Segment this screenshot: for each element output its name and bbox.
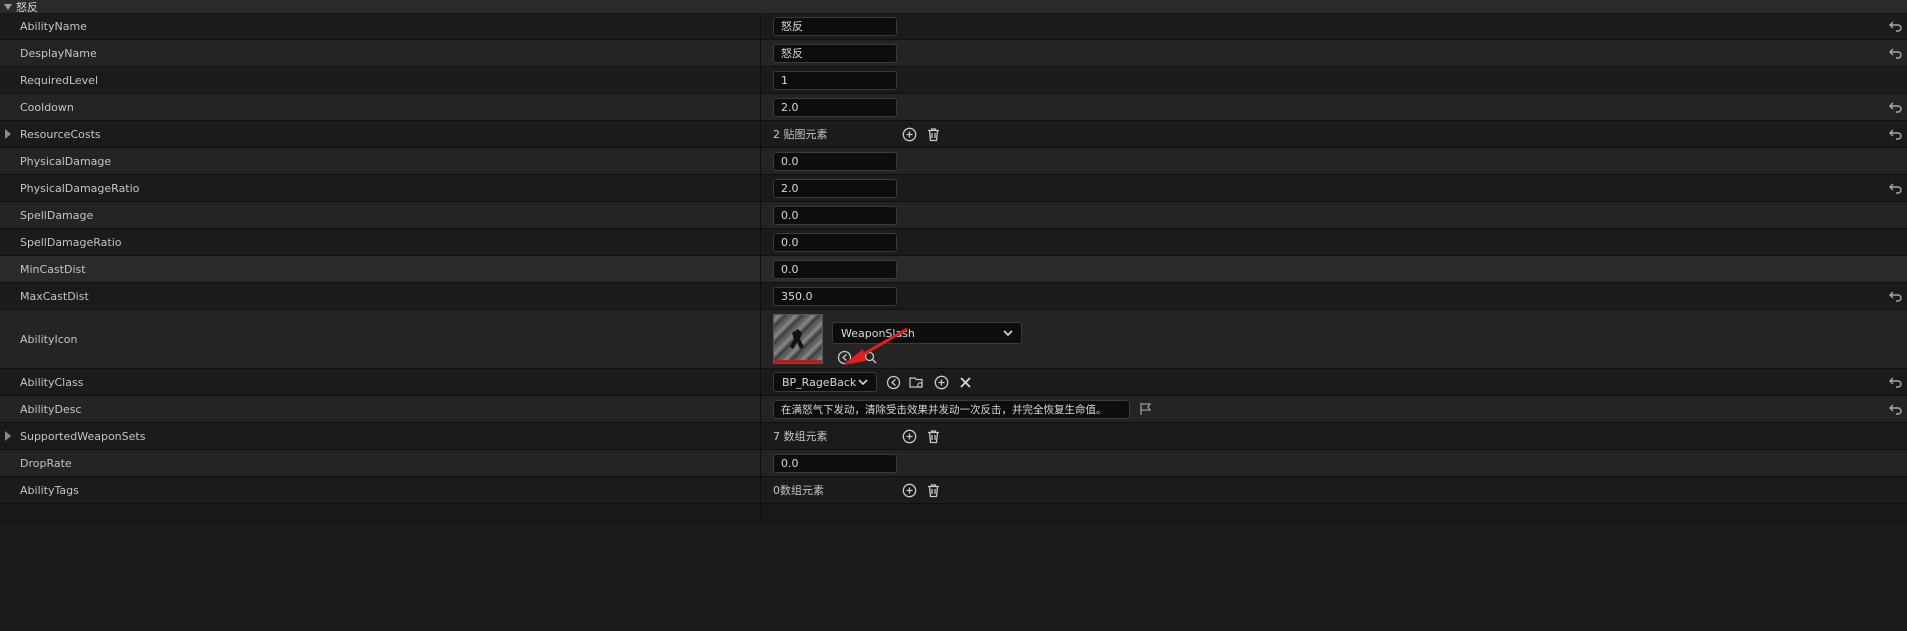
array-count-text: 2 贴图元素 (773, 128, 828, 141)
chevron-down-icon (858, 379, 868, 386)
asset-thumbnail[interactable] (773, 314, 823, 364)
property-label: Cooldown (20, 100, 74, 114)
property-row-droprate: DropRate 0.0 (0, 450, 1907, 477)
reset-arrow-icon[interactable] (1889, 402, 1903, 416)
property-row-physicaldamageratio: PhysicalDamageRatio 2.0 (0, 175, 1907, 202)
property-label: ResourceCosts (20, 127, 101, 141)
trash-icon[interactable] (925, 482, 941, 498)
clear-x-icon[interactable] (957, 374, 973, 390)
expander-triangle-icon[interactable] (5, 129, 11, 139)
physicaldamageratio-input[interactable]: 2.0 (773, 178, 897, 198)
trash-icon[interactable] (925, 428, 941, 444)
column-splitter[interactable] (760, 13, 761, 523)
property-label: AbilityIcon (20, 332, 78, 346)
property-row-supportedweaponsets: SupportedWeaponSets 7 数组元素 (0, 423, 1907, 450)
maxcastdist-input[interactable]: 350.0 (773, 286, 897, 306)
class-picker-combo[interactable]: BP_RageBack (773, 372, 877, 392)
property-row-abilityicon: AbilityIcon WeaponSlash (0, 310, 1907, 369)
property-label: AbilityClass (20, 375, 84, 389)
localization-flag-icon[interactable] (1138, 401, 1154, 417)
reset-arrow-icon[interactable] (1889, 375, 1903, 389)
property-row-requiredlevel: RequiredLevel 1 (0, 67, 1907, 94)
mincastdist-input[interactable]: 0.0 (773, 259, 897, 279)
droprate-input[interactable]: 0.0 (773, 453, 897, 473)
desplayname-input[interactable]: 怒反 (773, 43, 897, 63)
asset-color-bar (774, 360, 822, 363)
property-label: DesplayName (20, 46, 97, 60)
physicaldamage-input[interactable]: 0.0 (773, 151, 897, 171)
use-selected-icon[interactable] (885, 374, 901, 390)
property-row-desplayname: DesplayName 怒反 (0, 40, 1907, 67)
property-label: PhysicalDamageRatio (20, 181, 140, 195)
property-row-spelldamageratio: SpellDamageRatio 0.0 (0, 229, 1907, 256)
reset-arrow-icon[interactable] (1889, 100, 1903, 114)
property-label: MinCastDist (20, 262, 86, 276)
property-label: SpellDamage (20, 208, 94, 222)
red-arrow-annotation (843, 327, 908, 365)
property-label: RequiredLevel (20, 73, 98, 87)
property-label: AbilityTags (20, 483, 79, 497)
panel-footer (0, 504, 1907, 523)
property-row-cooldown: Cooldown 2.0 (0, 94, 1907, 121)
cooldown-input[interactable]: 2.0 (773, 97, 897, 117)
reset-arrow-icon[interactable] (1889, 289, 1903, 303)
property-row-abilityname: AbilityName 怒反 (0, 13, 1907, 40)
add-element-icon[interactable] (901, 428, 917, 444)
property-label: SpellDamageRatio (20, 235, 122, 249)
add-element-icon[interactable] (901, 126, 917, 142)
reset-arrow-icon[interactable] (1889, 46, 1903, 60)
abilitydesc-input[interactable]: 在满怒气下发动，清除受击效果并发动一次反击，并完全恢复生命值。 (773, 399, 1130, 419)
property-row-spelldamage: SpellDamage 0.0 (0, 202, 1907, 229)
property-row-abilityclass: AbilityClass BP_RageBack (0, 369, 1907, 396)
property-label: AbilityName (20, 19, 87, 33)
property-row-resourcecosts: ResourceCosts 2 贴图元素 (0, 121, 1907, 148)
property-label: SupportedWeaponSets (20, 429, 146, 443)
property-label: AbilityDesc (20, 402, 82, 416)
reset-arrow-icon[interactable] (1889, 19, 1903, 33)
array-count-text: 7 数组元素 (773, 430, 828, 443)
spelldamageratio-input[interactable]: 0.0 (773, 232, 897, 252)
property-row-physicaldamage: PhysicalDamage 0.0 (0, 148, 1907, 175)
reset-arrow-icon[interactable] (1889, 181, 1903, 195)
property-row-maxcastdist: MaxCastDist 350.0 (0, 283, 1907, 310)
abilityname-input[interactable]: 怒反 (773, 16, 897, 36)
trash-icon[interactable] (925, 126, 941, 142)
property-label: DropRate (20, 456, 72, 470)
requiredlevel-input[interactable]: 1 (773, 70, 897, 90)
add-element-icon[interactable] (933, 374, 949, 390)
expander-triangle-icon[interactable] (5, 431, 11, 441)
property-row-mincastdist: MinCastDist 0.0 (0, 256, 1907, 283)
property-row-abilitydesc: AbilityDesc 在满怒气下发动，清除受击效果并发动一次反击，并完全恢复生… (0, 396, 1907, 423)
array-count-text: 0数组元素 (773, 484, 824, 497)
property-label: MaxCastDist (20, 289, 89, 303)
property-row-abilitytags: AbilityTags 0数组元素 (0, 477, 1907, 504)
slash-figure-icon (790, 329, 804, 349)
collapse-triangle-icon[interactable] (4, 3, 12, 10)
add-element-icon[interactable] (901, 482, 917, 498)
spelldamage-input[interactable]: 0.0 (773, 205, 897, 225)
class-picker-value: BP_RageBack (782, 375, 857, 389)
reset-arrow-icon[interactable] (1889, 127, 1903, 141)
browse-to-asset-icon[interactable] (909, 374, 925, 390)
property-label: PhysicalDamage (20, 154, 112, 168)
chevron-down-icon (1003, 330, 1013, 337)
category-header[interactable]: 怒反 (0, 0, 1907, 14)
